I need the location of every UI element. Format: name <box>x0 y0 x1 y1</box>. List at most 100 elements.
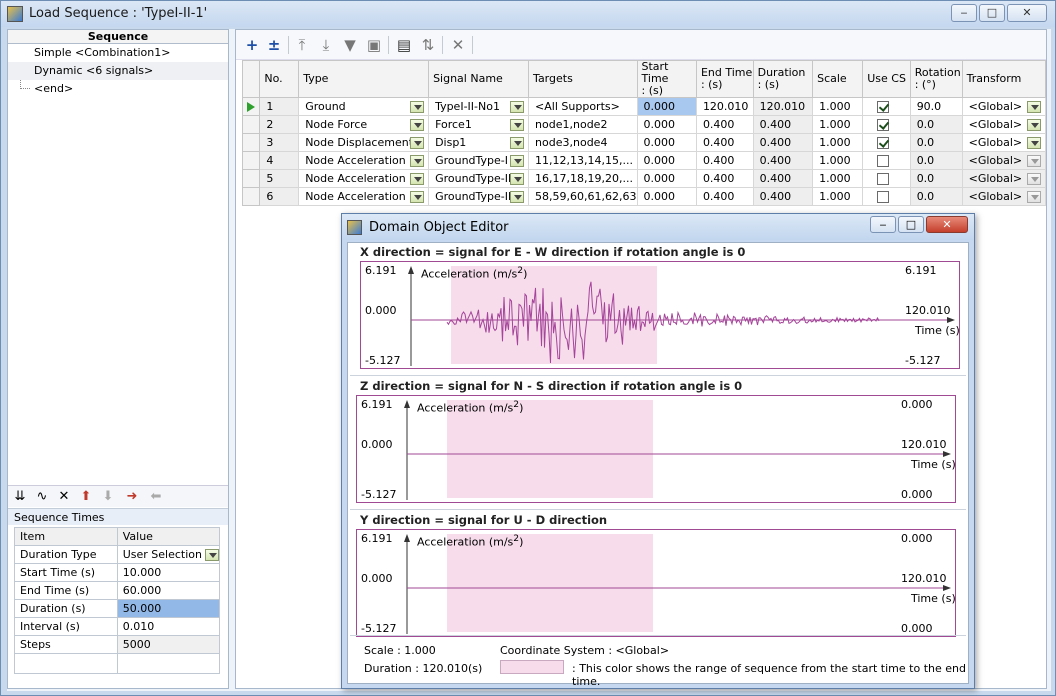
row-indicator[interactable] <box>241 151 261 170</box>
sequence-item-end[interactable]: <end> <box>8 80 228 98</box>
column-header-end-time[interactable]: End Time: (s) <box>695 60 754 98</box>
interval-field[interactable]: 0.010 <box>116 617 221 636</box>
move-up-icon[interactable]: ⬆ <box>78 489 94 505</box>
start-time-cell[interactable]: 0.000 <box>636 97 697 116</box>
row-indicator[interactable] <box>241 115 261 134</box>
table-row[interactable]: 2 Node Force Force1 node1,node2 0.000 0.400 0.… <box>241 115 1047 134</box>
scale-cell[interactable]: 1.000 <box>812 187 864 206</box>
end-time-cell[interactable]: 0.400 <box>695 115 754 134</box>
column-header-rotation[interactable]: Rotation: (°) <box>909 60 963 98</box>
delete-icon[interactable]: ✕ <box>56 489 72 505</box>
column-header-scale[interactable]: Scale <box>812 60 864 98</box>
column-header-type[interactable]: Type <box>298 60 430 98</box>
move-left-icon[interactable]: ⬅ <box>148 489 164 505</box>
move-top-icon[interactable]: ⤒ <box>294 37 310 53</box>
targets-cell[interactable]: node1,node2 <box>528 115 638 134</box>
use-cs-checkbox[interactable] <box>877 173 890 185</box>
sequence-item-dynamic[interactable]: Dynamic <6 signals> <box>8 62 228 80</box>
merge-icon[interactable]: ▼ <box>342 37 358 53</box>
row-indicator[interactable] <box>241 97 261 116</box>
table-row[interactable]: 5 Node Acceleration GroundType-II 16,17,18,… <box>241 169 1047 188</box>
start-time-cell[interactable]: 0.000 <box>636 169 697 188</box>
chevron-down-icon[interactable] <box>510 191 525 203</box>
rotation-cell[interactable]: 90.0 <box>909 97 963 116</box>
end-time-cell[interactable]: 0.400 <box>695 187 754 206</box>
chevron-down-icon[interactable] <box>205 549 219 561</box>
type-select[interactable]: Node Acceleration <box>298 169 430 188</box>
copy-icon[interactable]: ▣ <box>366 37 382 53</box>
chevron-down-icon[interactable] <box>510 101 525 113</box>
row-indicator[interactable] <box>241 169 261 188</box>
chevron-down-icon[interactable] <box>410 155 425 167</box>
column-header-duration[interactable]: Duration: (s) <box>752 60 814 98</box>
chevron-down-icon[interactable] <box>410 119 425 131</box>
row-indicator[interactable] <box>241 133 261 152</box>
use-cs-checkbox[interactable] <box>877 101 890 113</box>
signal-name-select[interactable]: TypeI-II-No1 <box>428 97 530 116</box>
type-select[interactable]: Node Displacement <box>298 133 430 152</box>
chevron-down-icon[interactable] <box>1027 173 1041 185</box>
type-select[interactable]: Node Acceleration <box>298 187 430 206</box>
maximize-button[interactable]: □ <box>979 4 1005 22</box>
chevron-down-icon[interactable] <box>410 191 425 203</box>
scale-cell[interactable]: 1.000 <box>812 169 864 188</box>
rotation-cell[interactable]: 0.0 <box>909 133 963 152</box>
duration-field[interactable]: 50.000 <box>116 599 221 618</box>
rotation-cell[interactable]: 0.0 <box>909 151 963 170</box>
start-time-cell[interactable]: 0.000 <box>636 115 697 134</box>
targets-cell[interactable]: <All Supports> <box>528 97 638 116</box>
column-header-use-cs[interactable]: Use CS <box>862 60 911 98</box>
column-header-no[interactable]: No. <box>259 60 300 98</box>
targets-cell[interactable]: 11,12,13,14,15,... <box>528 151 638 170</box>
column-header-start-time[interactable]: Start Time: (s) <box>636 60 697 98</box>
table-row[interactable]: 1 Ground TypeI-II-No1 <All Supports> 0.000 12… <box>241 97 1047 116</box>
chevron-down-icon[interactable] <box>510 173 525 185</box>
insert-icon[interactable]: ± <box>266 37 282 53</box>
signal-name-select[interactable]: GroundType-III <box>428 187 530 206</box>
end-time-cell[interactable]: 0.400 <box>695 133 754 152</box>
end-time-cell[interactable]: 0.400 <box>695 169 754 188</box>
signal-name-select[interactable]: Force1 <box>428 115 530 134</box>
chevron-down-icon[interactable] <box>510 137 525 149</box>
targets-cell[interactable]: node3,node4 <box>528 133 638 152</box>
signal-plot[interactable]: 6.191 0.000 -5.127 Acceleration (m/s2) 0.000… <box>356 395 956 503</box>
signal-name-select[interactable]: GroundType-II <box>428 169 530 188</box>
rotation-cell[interactable]: 0.0 <box>909 187 963 206</box>
chevron-down-icon[interactable] <box>510 119 525 131</box>
use-cs-cell[interactable] <box>862 97 911 116</box>
signal-name-select[interactable]: Disp1 <box>428 133 530 152</box>
column-header-transform[interactable]: Transform <box>961 60 1047 98</box>
targets-cell[interactable]: 16,17,18,19,20,... <box>528 169 638 188</box>
type-select[interactable]: Node Acceleration <box>298 151 430 170</box>
chevron-down-icon[interactable] <box>1027 101 1041 113</box>
start-time-cell[interactable]: 0.000 <box>636 133 697 152</box>
table-row[interactable]: 3 Node Displacement Disp1 node3,node4 0.000 0… <box>241 133 1047 152</box>
end-time-field[interactable]: 60.000 <box>116 581 221 600</box>
close-button[interactable]: ✕ <box>1007 4 1047 22</box>
chevron-down-icon[interactable] <box>1027 119 1041 131</box>
transform-select[interactable]: <Global> <box>961 151 1047 170</box>
chevron-down-icon[interactable] <box>410 137 425 149</box>
minimize-button[interactable]: ‒ <box>951 4 977 22</box>
use-cs-checkbox[interactable] <box>877 155 890 167</box>
rotation-cell[interactable]: 0.0 <box>909 169 963 188</box>
table-row[interactable]: 4 Node Acceleration GroundType-I 11,12,13,1… <box>241 151 1047 170</box>
insert-step-icon[interactable]: ⇊ <box>12 489 28 505</box>
end-time-cell[interactable]: 0.400 <box>695 151 754 170</box>
use-cs-cell[interactable] <box>862 187 911 206</box>
chevron-down-icon[interactable] <box>410 173 425 185</box>
sequence-item-simple[interactable]: Simple <Combination1> <box>8 44 228 62</box>
dialog-minimize-button[interactable]: ‒ <box>870 216 896 233</box>
transform-select[interactable]: <Global> <box>961 187 1047 206</box>
chevron-down-icon[interactable] <box>1027 137 1041 149</box>
type-select[interactable]: Ground <box>298 97 430 116</box>
delete-row-icon[interactable]: ✕ <box>450 37 466 53</box>
use-cs-checkbox[interactable] <box>877 137 890 149</box>
signal-plot[interactable]: 6.191 0.000 -5.127 Acceleration (m/s2) 0.000… <box>356 529 956 637</box>
sort-icon[interactable]: ⇅ <box>420 37 436 53</box>
use-cs-cell[interactable] <box>862 115 911 134</box>
move-right-icon[interactable]: ➜ <box>124 489 140 505</box>
targets-cell[interactable]: 58,59,60,61,62,63 <box>528 187 638 206</box>
column-header-targets[interactable]: Targets <box>528 60 638 98</box>
chevron-down-icon[interactable] <box>510 155 525 167</box>
